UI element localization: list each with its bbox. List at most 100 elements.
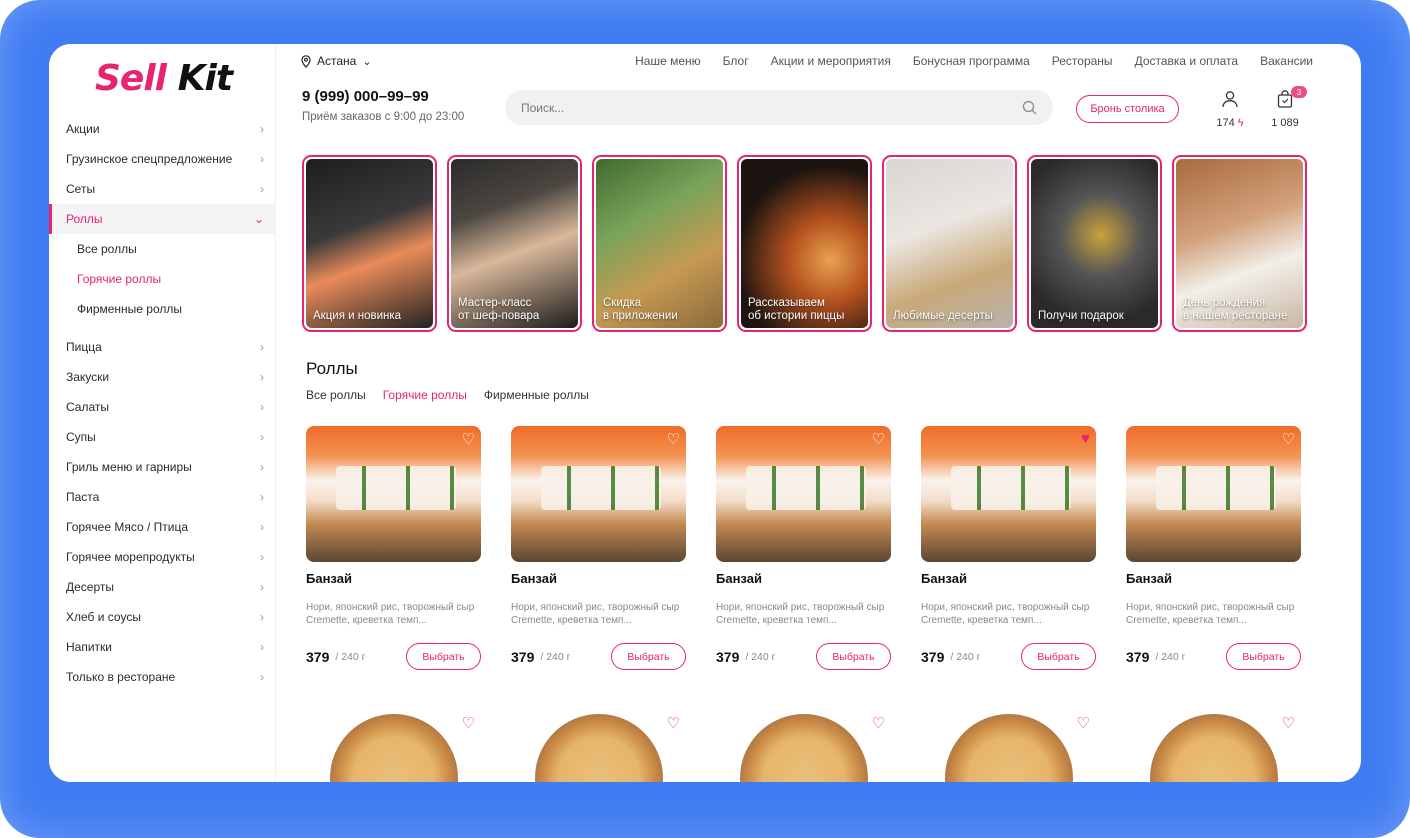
nav-restaurants[interactable]: Рестораны [1052, 54, 1113, 68]
product-card[interactable]: ♡ Банзай Нори, японский рис, творожный с… [306, 426, 481, 670]
nav-blog[interactable]: Блог [723, 54, 749, 68]
sidebar-item-label: Акции [66, 122, 100, 136]
product-price: 379 [921, 648, 945, 665]
select-button[interactable]: Выбрать [1021, 643, 1096, 670]
heart-icon[interactable]: ♡ [1282, 430, 1295, 448]
product-weight: / 240 г [335, 650, 366, 663]
submenu-signature-rolls[interactable]: Фирменные роллы [49, 294, 276, 324]
pizza-image[interactable] [945, 714, 1073, 782]
story-card[interactable]: Рассказываем об истории пиццы [737, 155, 872, 332]
tab-all-rolls[interactable]: Все роллы [306, 388, 366, 402]
sidebar-item-rolls[interactable]: Роллы ⌄ [49, 204, 276, 234]
sidebar-item-pasta[interactable]: Паста › [49, 482, 276, 512]
product-footer: 379 / 240 г Выбрать [921, 643, 1096, 670]
product-card[interactable]: ♡ [511, 712, 686, 782]
product-card[interactable]: ♡ [921, 712, 1096, 782]
nav-menu[interactable]: Наше меню [635, 54, 701, 68]
city-selector[interactable]: Астана ⌄ [301, 54, 372, 68]
sidebar-item-promo[interactable]: Акции › [49, 114, 276, 144]
search-input[interactable] [521, 100, 1022, 115]
phone-number[interactable]: 9 (999) 000–99–99 [302, 88, 464, 105]
pizza-image[interactable] [535, 714, 663, 782]
product-image[interactable]: ♡ [716, 426, 891, 562]
pizza-image[interactable] [1150, 714, 1278, 782]
product-name: Банзай [511, 571, 557, 586]
product-image[interactable]: ♡ [511, 426, 686, 562]
select-button[interactable]: Выбрать [816, 643, 891, 670]
tab-signature-rolls[interactable]: Фирменные роллы [484, 388, 589, 402]
heart-icon[interactable]: ♡ [1282, 714, 1295, 732]
product-card[interactable]: ♡ Банзай Нори, японский рис, творожный с… [1126, 426, 1301, 670]
product-grid-row-2: ♡ ♡ ♡ ♡ ♡ [306, 712, 1301, 782]
cart-button[interactable]: 3 1 089 [1267, 86, 1307, 129]
story-card[interactable]: Получи подарок [1027, 155, 1162, 332]
product-image[interactable]: ♡ [306, 426, 481, 562]
product-image[interactable]: ♥ [921, 426, 1096, 562]
product-description: Нори, японский рис, творожный сыр Cremet… [716, 602, 885, 626]
sidebar-item-bread[interactable]: Хлеб и соусы › [49, 602, 276, 632]
search-icon[interactable] [1022, 100, 1037, 115]
sidebar-item-snacks[interactable]: Закуски › [49, 362, 276, 392]
product-footer: 379 / 240 г Выбрать [306, 643, 481, 670]
story-card[interactable]: День рождения в нашем ресторане [1172, 155, 1307, 332]
heart-icon[interactable]: ♡ [462, 430, 475, 448]
logo[interactable]: Sell Kit [95, 58, 233, 99]
sidebar-item-drinks[interactable]: Напитки › [49, 632, 276, 662]
select-button[interactable]: Выбрать [611, 643, 686, 670]
product-card[interactable]: ♡ Банзай Нори, японский рис, творожный с… [716, 426, 891, 670]
heart-filled-icon[interactable]: ♥ [1081, 430, 1090, 447]
heart-icon[interactable]: ♡ [872, 714, 885, 732]
sidebar-item-label: Горячее морепродукты [66, 550, 195, 564]
submenu-hot-rolls[interactable]: Горячие роллы [49, 264, 276, 294]
product-card[interactable]: ♡ [1126, 712, 1301, 782]
sidebar-item-label: Хлеб и соусы [66, 610, 141, 624]
product-card[interactable]: ♡ [716, 712, 891, 782]
sidebar-item-grill[interactable]: Гриль меню и гарниры › [49, 452, 276, 482]
product-card[interactable]: ♥ Банзай Нори, японский рис, творожный с… [921, 426, 1096, 670]
sidebar-item-soups[interactable]: Супы › [49, 422, 276, 452]
tab-hot-rolls[interactable]: Горячие роллы [383, 388, 467, 402]
submenu-all-rolls[interactable]: Все роллы [49, 234, 276, 264]
sidebar-item-label: Грузинское спецпредложение [66, 152, 233, 166]
chevron-right-icon: › [260, 340, 264, 354]
select-button[interactable]: Выбрать [406, 643, 481, 670]
story-label: Получи подарок [1038, 310, 1124, 322]
nav-promotions[interactable]: Акции и мероприятия [771, 54, 891, 68]
sidebar-item-sets[interactable]: Сеты › [49, 174, 276, 204]
chevron-right-icon: › [260, 520, 264, 534]
nav-vacancies[interactable]: Вакансии [1260, 54, 1313, 68]
select-button[interactable]: Выбрать [1226, 643, 1301, 670]
product-card[interactable]: ♡ [306, 712, 481, 782]
book-table-button[interactable]: Бронь столика [1076, 95, 1179, 123]
heart-icon[interactable]: ♡ [1077, 714, 1090, 732]
sidebar: Sell Kit Акции › Грузинское спецпредложен… [49, 44, 276, 782]
account-button[interactable]: 174 ϟ [1212, 90, 1248, 129]
product-card[interactable]: ♡ Банзай Нори, японский рис, творожный с… [511, 426, 686, 670]
sidebar-item-pizza[interactable]: Пицца › [49, 332, 276, 362]
sidebar-item-label: Только в ресторане [66, 670, 176, 684]
story-card[interactable]: Любимые десерты [882, 155, 1017, 332]
product-name: Банзай [306, 571, 352, 586]
sidebar-item-meat[interactable]: Горячее Мясо / Птица › [49, 512, 276, 542]
heart-icon[interactable]: ♡ [667, 430, 680, 448]
sidebar-item-restaurant-only[interactable]: Только в ресторане › [49, 662, 276, 692]
sidebar-item-desserts[interactable]: Десерты › [49, 572, 276, 602]
sidebar-item-salads[interactable]: Салаты › [49, 392, 276, 422]
pizza-image[interactable] [740, 714, 868, 782]
nav-delivery[interactable]: Доставка и оплата [1135, 54, 1239, 68]
sidebar-item-georgian[interactable]: Грузинское спецпредложение › [49, 144, 276, 174]
product-footer: 379 / 240 г Выбрать [1126, 643, 1301, 670]
chevron-right-icon: › [260, 580, 264, 594]
pizza-image[interactable] [330, 714, 458, 782]
story-card[interactable]: Мастер-класс от шеф-повара [447, 155, 582, 332]
submenu-label: Фирменные роллы [77, 302, 183, 316]
product-image[interactable]: ♡ [1126, 426, 1301, 562]
story-card[interactable]: Скидка в приложении [592, 155, 727, 332]
nav-bonus[interactable]: Бонусная программа [913, 54, 1030, 68]
heart-icon[interactable]: ♡ [462, 714, 475, 732]
chevron-right-icon: › [260, 152, 264, 166]
story-card[interactable]: Акция и новинка [302, 155, 437, 332]
heart-icon[interactable]: ♡ [872, 430, 885, 448]
heart-icon[interactable]: ♡ [667, 714, 680, 732]
sidebar-item-seafood[interactable]: Горячее морепродукты › [49, 542, 276, 572]
